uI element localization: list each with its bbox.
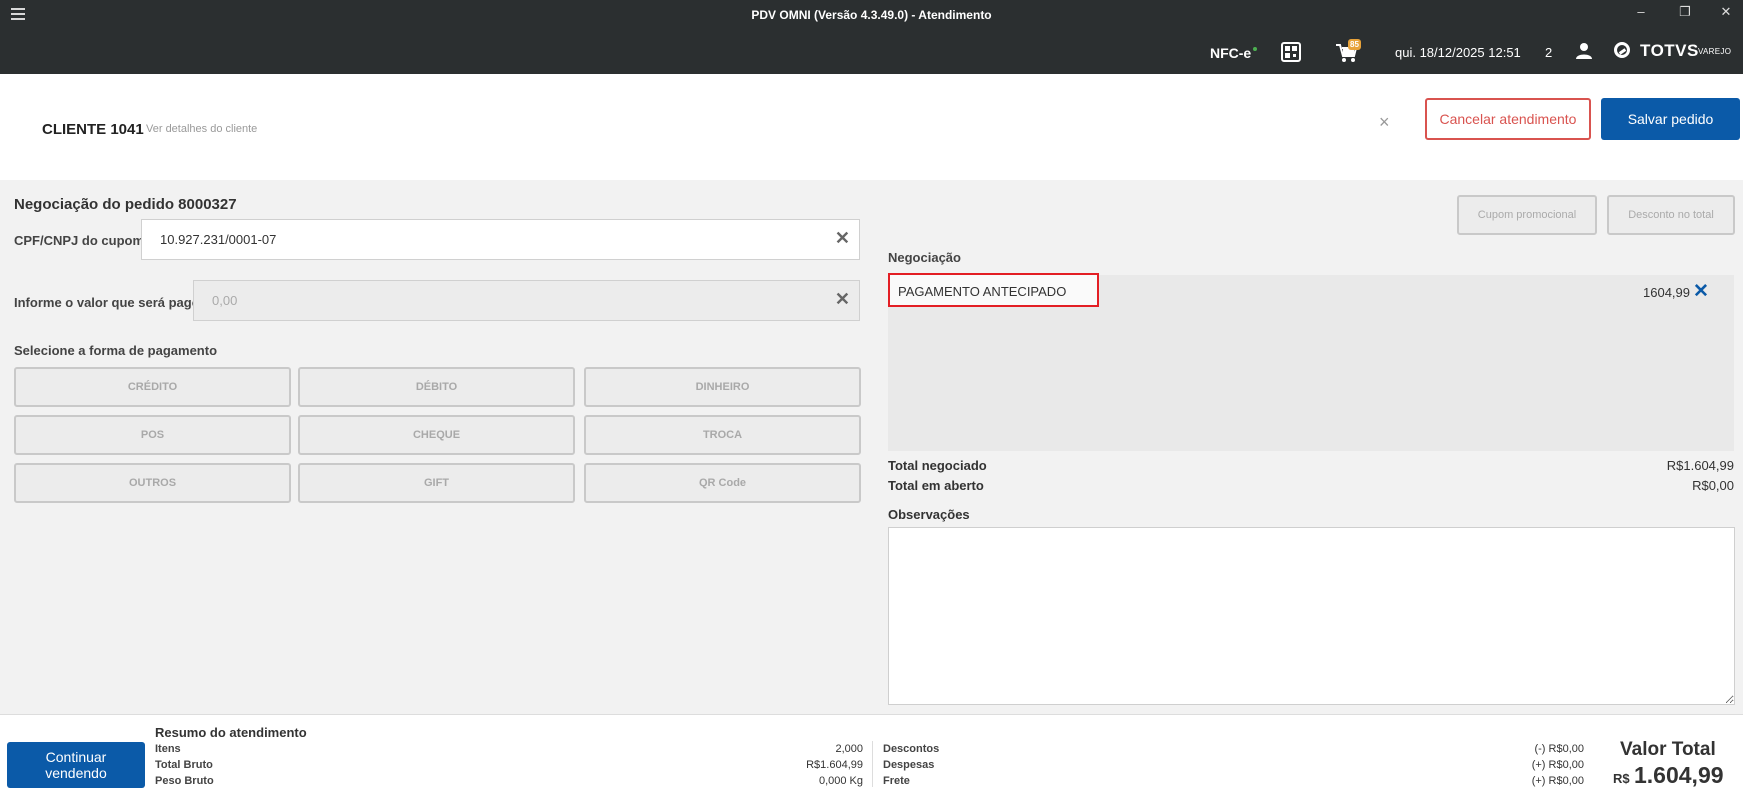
freight-label: Frete	[883, 775, 910, 787]
brand-name: TOTVS	[1640, 41, 1699, 60]
client-close-icon[interactable]: ×	[1379, 112, 1390, 133]
pay-pos-button[interactable]: POS	[14, 415, 291, 455]
pay-credito-button[interactable]: CRÉDITO	[14, 367, 291, 407]
app-header: NFC-e 85 qui. 18/12/2025 12:51 2 TOTVS V…	[0, 31, 1743, 74]
pay-cheque-button[interactable]: CHEQUE	[298, 415, 575, 455]
total-value: 1.604,99	[1634, 762, 1724, 788]
brand-sub: VAREJO	[1698, 47, 1732, 56]
total-open-value: R$0,00	[1692, 478, 1734, 493]
cancel-attendance-button[interactable]: Cancelar atendimento	[1425, 98, 1591, 140]
minimize-button[interactable]: –	[1631, 4, 1651, 19]
cpf-input[interactable]: 10.927.231/0001-07 ✕	[141, 219, 860, 260]
freight-value: (+) R$0,00	[1531, 775, 1584, 787]
negotiation-item-value: 1604,99	[1643, 285, 1690, 300]
nfce-status-dot-icon	[1253, 47, 1258, 51]
discount-total-button[interactable]: Desconto no total	[1607, 195, 1735, 235]
cpf-value: 10.927.231/0001-07	[160, 232, 277, 247]
amount-value: 0,00	[212, 293, 238, 308]
nfce-label: NFC-e	[1210, 45, 1252, 61]
pay-troca-button[interactable]: TROCA	[584, 415, 861, 455]
negotiation-item[interactable]: PAGAMENTO ANTECIPADO	[888, 273, 1099, 307]
pay-outros-button[interactable]: OUTROS	[14, 463, 291, 503]
total-negotiated-value: R$1.604,99	[1666, 458, 1734, 473]
footer-divider	[872, 741, 873, 787]
amount-label: Informe o valor que será pago	[14, 295, 200, 310]
client-bar: CLIENTE 1041 Ver detalhes do cliente × C…	[0, 74, 1743, 180]
title-bar: PDV OMNI (Versão 4.3.49.0) - Atendimento…	[0, 0, 1743, 31]
clear-cpf-icon[interactable]: ✕	[835, 228, 850, 249]
maximize-button[interactable]: ❐	[1675, 4, 1695, 20]
gross-weight-value: 0,000 Kg	[818, 775, 863, 787]
negotiation-title: Negociação do pedido 8000327	[14, 196, 237, 213]
user-icon[interactable]	[1575, 42, 1593, 60]
footer-summary: Continuar vendendo Resumo do atendimento…	[0, 714, 1743, 792]
negotiation-section-title: Negociação	[888, 250, 961, 265]
discounts-value: (-) R$0,00	[1534, 743, 1584, 755]
pay-gift-button[interactable]: GIFT	[298, 463, 575, 503]
amount-input[interactable]: 0,00 ✕	[193, 280, 860, 321]
payment-method-label: Selecione a forma de pagamento	[14, 343, 218, 358]
remove-negotiation-icon[interactable]: ✕	[1693, 280, 1709, 303]
expenses-value: (+) R$0,00	[1531, 759, 1584, 771]
pay-dinheiro-button[interactable]: DINHEIRO	[584, 367, 861, 407]
user-count: 2	[1545, 45, 1553, 60]
gross-total-label: Total Bruto	[155, 759, 213, 771]
total-negotiated-label: Total negociado	[888, 458, 987, 473]
clear-amount-icon[interactable]: ✕	[835, 289, 850, 310]
items-value: 2,000	[835, 743, 863, 755]
nfce-status: NFC-e	[1210, 45, 1258, 61]
totvs-logo-icon	[1614, 42, 1630, 58]
pay-qrcode-button[interactable]: QR Code	[584, 463, 861, 503]
cpf-label: CPF/CNPJ do cupom	[14, 233, 145, 248]
total-value-label: Valor Total	[1620, 739, 1716, 760]
expenses-label: Despesas	[883, 759, 935, 771]
client-details-link[interactable]: Ver detalhes do cliente	[146, 123, 257, 135]
observations-label: Observações	[888, 507, 970, 522]
close-window-button[interactable]: ✕	[1716, 4, 1736, 20]
qr-code-icon[interactable]	[1281, 42, 1301, 62]
gross-total-value: R$1.604,99	[806, 759, 863, 771]
continue-selling-button[interactable]: Continuar vendendo	[7, 742, 145, 788]
date-time: qui. 18/12/2025 12:51	[1395, 45, 1521, 60]
save-order-button[interactable]: Salvar pedido	[1601, 98, 1740, 140]
window-title: PDV OMNI (Versão 4.3.49.0) - Atendimento	[751, 8, 992, 22]
total-currency: R$	[1613, 771, 1630, 786]
coupon-promo-button[interactable]: Cupom promocional	[1457, 195, 1597, 235]
client-name: CLIENTE 1041	[42, 121, 144, 138]
total-open-label: Total em aberto	[888, 478, 984, 493]
summary-title: Resumo do atendimento	[155, 725, 307, 740]
cart-badge: 85	[1348, 39, 1361, 50]
gross-weight-label: Peso Bruto	[155, 775, 214, 787]
negotiation-item-label: PAGAMENTO ANTECIPADO	[898, 284, 1067, 299]
pay-debito-button[interactable]: DÉBITO	[298, 367, 575, 407]
items-label: Itens	[155, 743, 181, 755]
discounts-label: Descontos	[883, 743, 940, 755]
observations-textarea[interactable]	[888, 527, 1735, 705]
